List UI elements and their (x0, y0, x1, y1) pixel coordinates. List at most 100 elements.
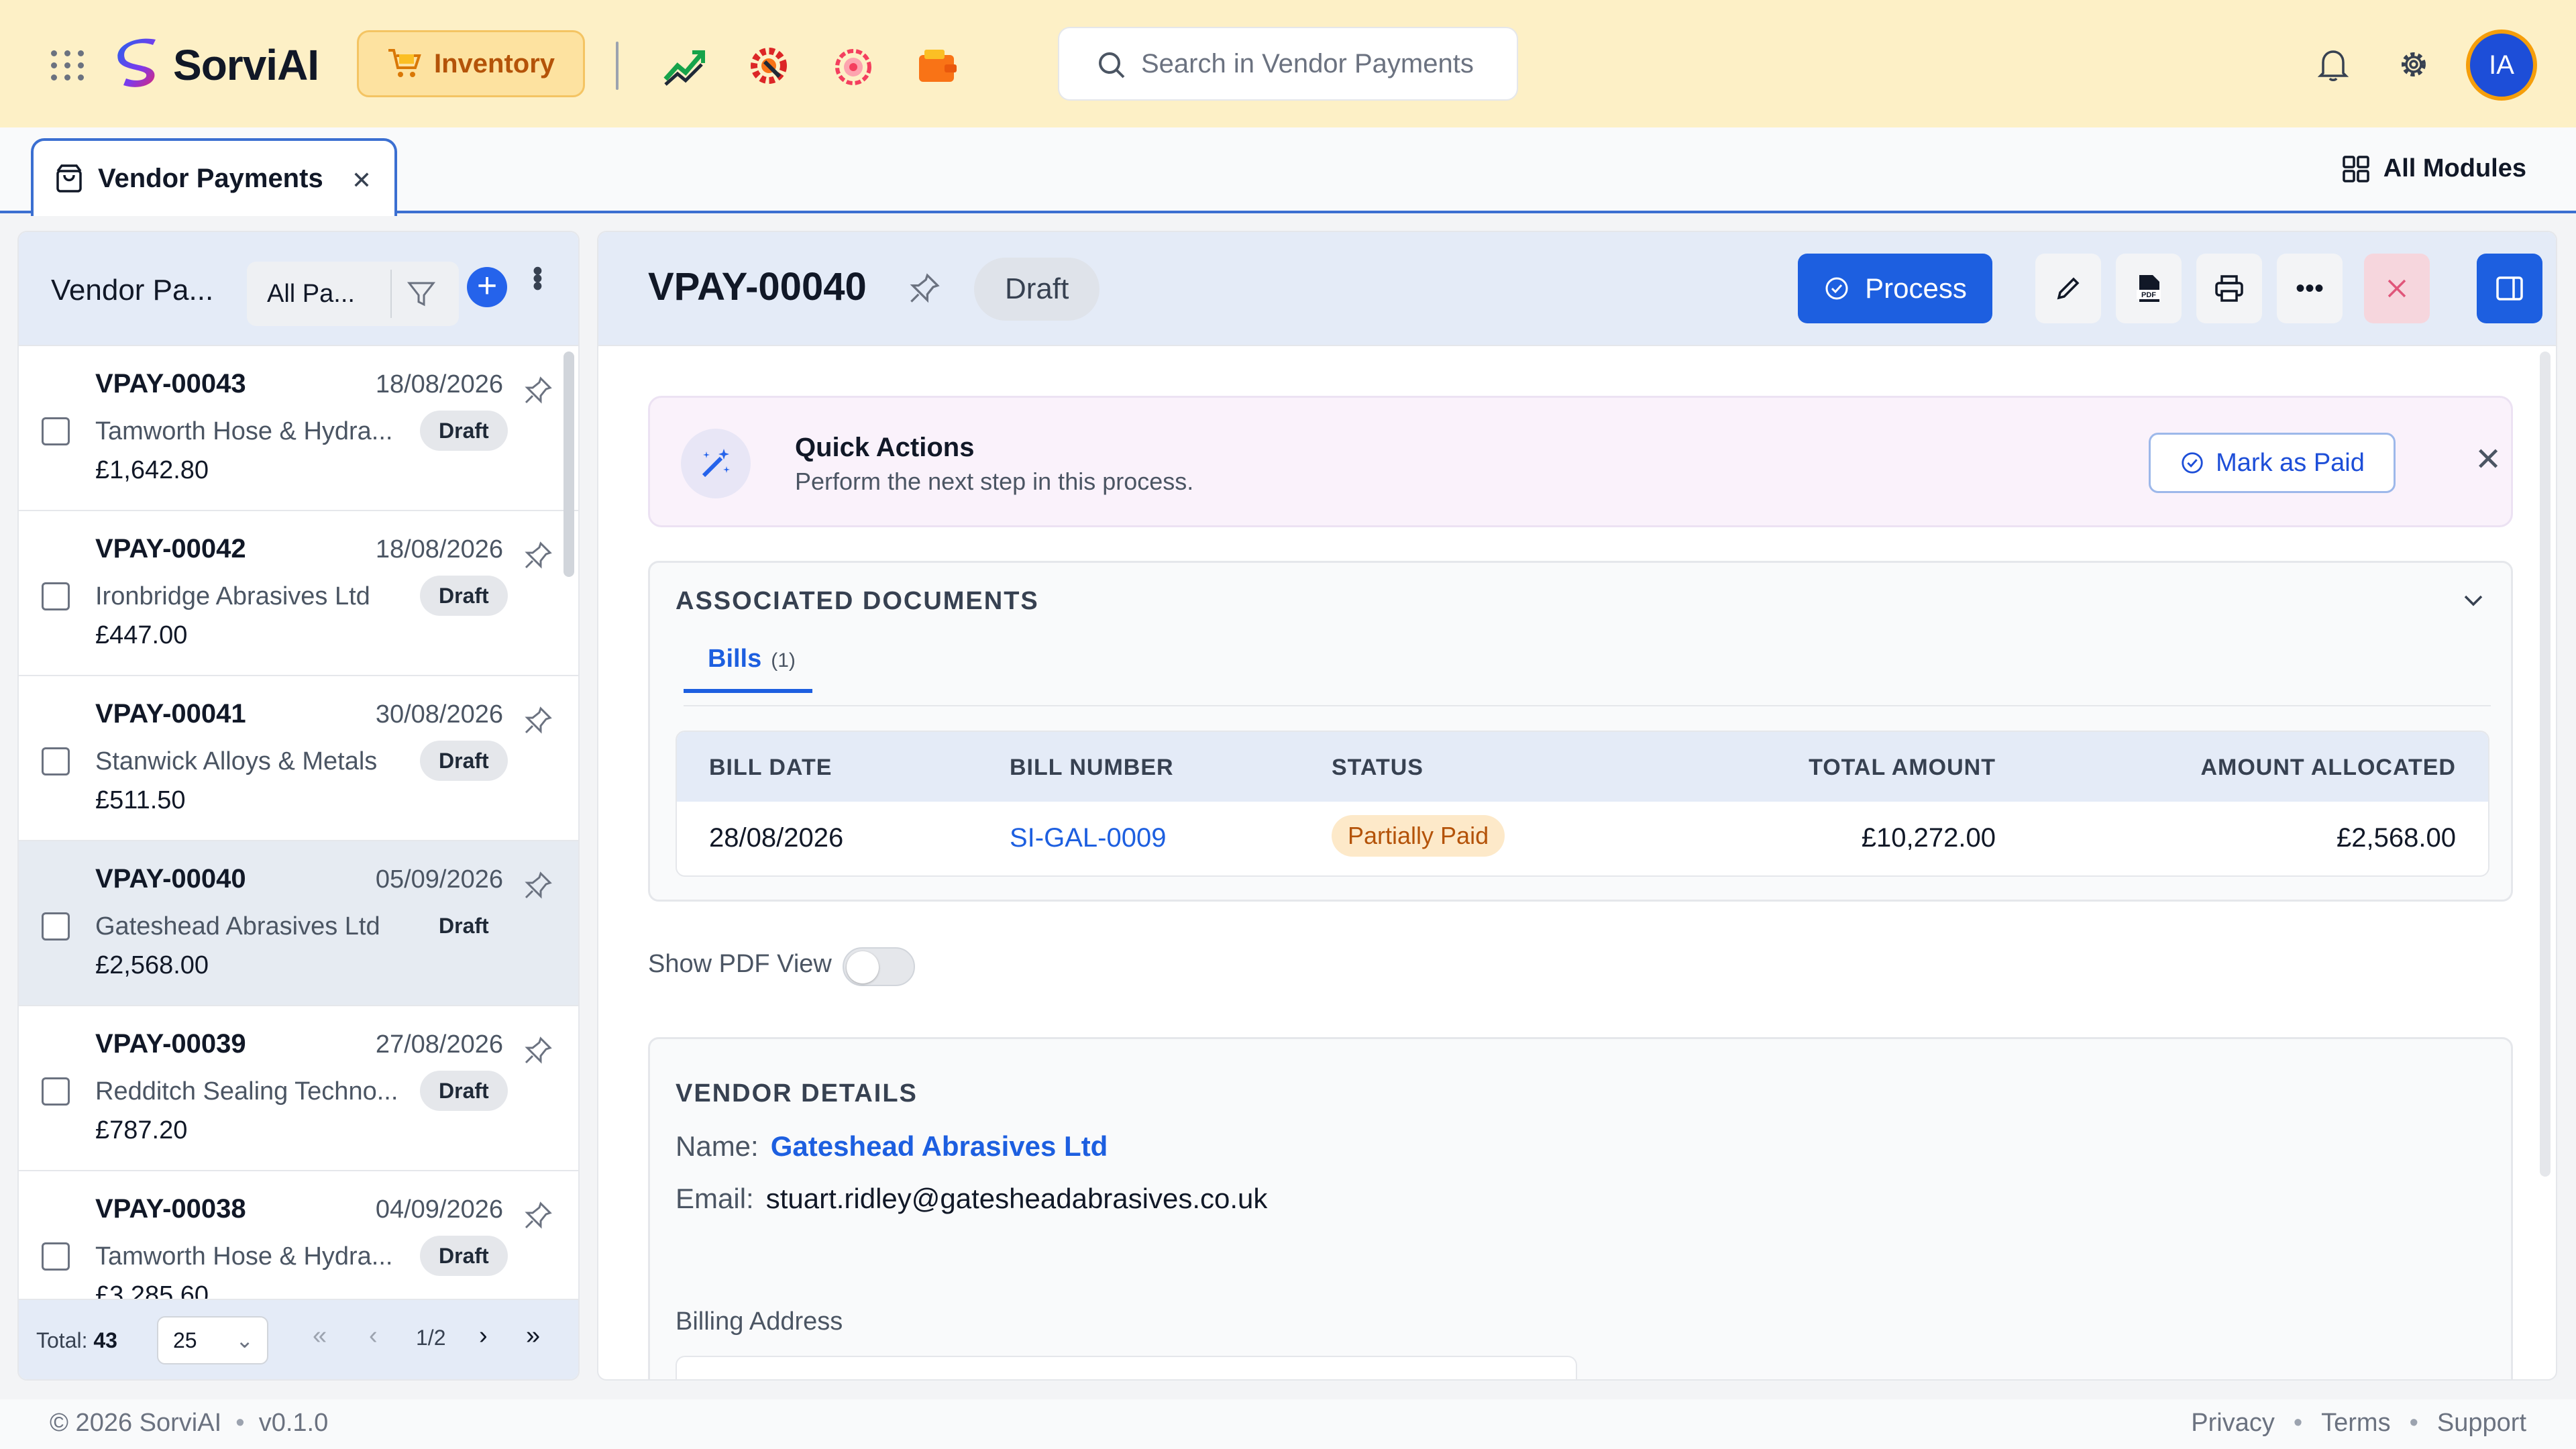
pin-icon[interactable] (523, 541, 553, 570)
list-scrollbar[interactable] (564, 352, 574, 577)
row-checkbox[interactable] (42, 747, 70, 775)
section-title: VENDOR DETAILS (676, 1079, 918, 1108)
more-actions-icon[interactable]: ••• (2277, 254, 2343, 323)
all-modules-label: All Modules (2383, 154, 2526, 182)
chevron-down-icon[interactable] (2460, 587, 2487, 614)
edit-button[interactable] (2035, 254, 2101, 323)
add-payment-button[interactable]: + (467, 267, 507, 307)
list-item-selected[interactable]: VPAY-00040 05/09/2026 Gateshead Abrasive… (19, 841, 578, 1006)
total-count: Total: 43 (36, 1328, 117, 1353)
pin-icon[interactable] (523, 376, 553, 405)
row-checkbox[interactable] (42, 912, 70, 941)
status-badge: Draft (420, 1236, 508, 1276)
vendor-name-label: Name: (676, 1130, 759, 1162)
all-modules-button[interactable]: All Modules (2342, 154, 2526, 183)
top-bar: SorviAI Inventory Search in Vendor Payme… (0, 0, 2576, 127)
column-header: BILL DATE (709, 755, 833, 780)
page-size-value: 25 (173, 1328, 197, 1352)
status-badge: Draft (420, 741, 508, 781)
payment-date: 30/08/2026 (375, 700, 503, 729)
pdf-button[interactable]: PDF (2116, 254, 2182, 323)
gear-wrench-icon[interactable] (745, 42, 793, 90)
payment-date: 18/08/2026 (375, 370, 503, 398)
last-page-icon[interactable]: » (526, 1322, 540, 1350)
list-item[interactable]: VPAY-00043 18/08/2026 Tamworth Hose & Hy… (19, 346, 578, 511)
pin-icon[interactable] (523, 1036, 553, 1065)
prev-page-icon[interactable]: ‹ (369, 1322, 378, 1350)
tab-vendor-payments[interactable]: Vendor Payments ✕ (31, 138, 397, 216)
cancel-button[interactable] (2364, 254, 2430, 323)
bell-icon[interactable] (2313, 44, 2353, 85)
row-checkbox[interactable] (42, 1242, 70, 1271)
settings-gear-icon[interactable] (2394, 44, 2434, 85)
status-badge: Draft (974, 258, 1100, 321)
separator-dot: • (228, 1409, 252, 1437)
toggle-knob (847, 951, 879, 983)
funnel-icon[interactable] (407, 279, 436, 309)
magic-wand-icon (681, 429, 751, 498)
payment-date: 05/09/2026 (375, 865, 503, 894)
pin-icon[interactable] (523, 1201, 553, 1230)
copyright: © 2026 SorviAI (50, 1409, 222, 1437)
support-link[interactable]: Support (2437, 1409, 2526, 1438)
vendor-name-link[interactable]: Gateshead Abrasives Ltd (771, 1130, 1108, 1162)
row-checkbox[interactable] (42, 1077, 70, 1106)
detail-scrollbar[interactable] (2540, 352, 2551, 1177)
mark-as-paid-button[interactable]: Mark as Paid (2149, 433, 2396, 493)
check-circle-icon (2182, 452, 2203, 474)
close-icon (2387, 279, 2406, 298)
sidebar-panel-icon (2496, 276, 2523, 301)
row-checkbox[interactable] (42, 417, 70, 445)
row-checkbox[interactable] (42, 582, 70, 610)
user-avatar[interactable]: IA (2466, 30, 2537, 101)
list-item[interactable]: VPAY-00042 18/08/2026 Ironbridge Abrasiv… (19, 511, 578, 676)
printer-icon (2215, 275, 2243, 302)
divider (616, 42, 619, 90)
column-header: BILL NUMBER (1010, 755, 1174, 780)
payment-amount: £787.20 (95, 1116, 188, 1144)
status-badge: Partially Paid (1332, 815, 1505, 857)
bills-tab-label: Bills (708, 645, 762, 673)
wallet-icon[interactable] (914, 42, 962, 90)
list-item[interactable]: VPAY-00041 30/08/2026 Stanwick Alloys & … (19, 676, 578, 841)
tab-close-icon[interactable]: ✕ (352, 166, 372, 195)
first-page-icon[interactable]: « (313, 1322, 327, 1350)
close-icon[interactable]: ✕ (2475, 441, 2502, 478)
pin-icon[interactable] (908, 272, 941, 305)
payment-code: VPAY-00042 (95, 534, 246, 564)
status-badge: Draft (439, 914, 489, 938)
inventory-module-button[interactable]: Inventory (357, 30, 585, 97)
terms-link[interactable]: Terms (2321, 1409, 2390, 1438)
apps-grid-icon[interactable] (51, 50, 85, 80)
bill-number-link[interactable]: SI-GAL-0009 (1010, 823, 1166, 853)
target-gear-icon[interactable] (829, 42, 877, 90)
quick-actions-card: Quick Actions Perform the next step in t… (648, 396, 2513, 527)
more-options-icon[interactable]: ••• (521, 266, 554, 288)
list-item[interactable]: VPAY-00039 27/08/2026 Redditch Sealing T… (19, 1006, 578, 1171)
list-item[interactable]: VPAY-00038 04/09/2026 Tamworth Hose & Hy… (19, 1171, 578, 1301)
module-button-label: Inventory (433, 48, 555, 78)
privacy-link[interactable]: Privacy (2191, 1409, 2275, 1438)
shopping-bag-icon (56, 164, 82, 193)
pin-icon[interactable] (523, 706, 553, 735)
print-button[interactable] (2196, 254, 2262, 323)
list-filter-dropdown[interactable]: All Pa... (247, 262, 459, 326)
payment-date: 18/08/2026 (375, 535, 503, 564)
payment-code: VPAY-00041 (95, 699, 246, 729)
quick-actions-title: Quick Actions (795, 433, 975, 462)
toggle-sidebar-button[interactable] (2477, 254, 2542, 323)
list-header: Vendor Pa... All Pa... + ••• (19, 232, 578, 346)
pin-icon[interactable] (523, 871, 553, 900)
trend-chart-icon[interactable] (660, 42, 708, 90)
separator-dot: • (2409, 1409, 2418, 1437)
next-page-icon[interactable]: › (479, 1322, 488, 1350)
bills-table: BILL DATE BILL NUMBER STATUS TOTAL AMOUN… (676, 731, 2489, 877)
tab-bills[interactable]: Bills (1) (684, 637, 812, 693)
process-button[interactable]: Process (1798, 254, 1992, 323)
pdf-view-toggle[interactable] (843, 947, 915, 986)
vendor-name: Tamworth Hose & Hydra... (95, 1242, 393, 1271)
page-size-select[interactable]: 25 ⌄ (157, 1316, 268, 1364)
app-logo[interactable]: SorviAI (111, 35, 319, 95)
payment-date: 27/08/2026 (375, 1030, 503, 1059)
search-input[interactable]: Search in Vendor Payments (1058, 27, 1518, 101)
